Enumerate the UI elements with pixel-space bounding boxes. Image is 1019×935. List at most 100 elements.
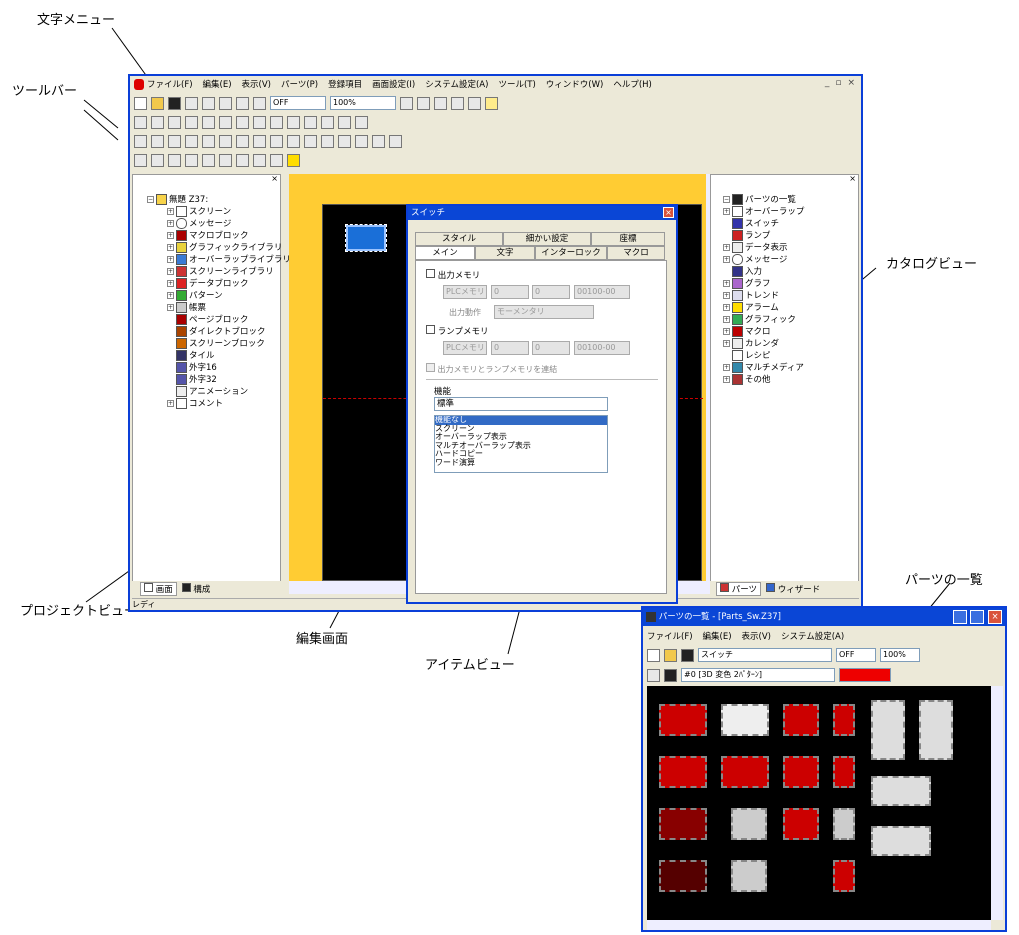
lamp-memory-checkbox[interactable]: ランプメモリ: [426, 325, 488, 337]
tree-item[interactable]: 外字32: [176, 373, 217, 385]
list-item[interactable]: ワード演算: [435, 458, 607, 468]
catalog-item[interactable]: + オーバーラップ: [723, 205, 804, 217]
switch-part-icon[interactable]: [151, 153, 164, 167]
align-center-icon[interactable]: [253, 134, 266, 148]
menu-edit[interactable]: 編集(E): [203, 78, 232, 90]
help-icon[interactable]: [485, 96, 498, 110]
parts-menu-file[interactable]: ファイル(F): [647, 630, 693, 642]
restore-button[interactable]: ▫: [835, 78, 841, 88]
menu-screen-settings[interactable]: 画面設定(I): [372, 78, 415, 90]
front-icon[interactable]: [202, 134, 215, 148]
parts-maximize-button[interactable]: [970, 610, 984, 624]
catalog-item[interactable]: − パーツの一覧: [723, 193, 796, 205]
bracket-tool-icon[interactable]: [236, 115, 249, 129]
zoom-select[interactable]: 100%: [330, 96, 396, 110]
tree-item[interactable]: + パターン: [167, 289, 223, 301]
catalog-item[interactable]: + その他: [723, 373, 771, 385]
slide-part[interactable]: [871, 826, 931, 856]
brush-icon[interactable]: [338, 134, 351, 148]
parts-vscrollbar[interactable]: [991, 686, 1003, 920]
catalog-item[interactable]: + マルチメディア: [723, 361, 804, 373]
switch-part[interactable]: [833, 808, 855, 840]
close-button[interactable]: ×: [847, 78, 855, 88]
station-number[interactable]: 0: [491, 285, 529, 299]
menu-view[interactable]: 表示(V): [242, 78, 271, 90]
parts-menu-system[interactable]: システム設定(A): [781, 630, 844, 642]
parts-zoom-select[interactable]: 100%: [880, 648, 920, 662]
print-icon[interactable]: [219, 96, 232, 110]
tab-structure[interactable]: 構成: [179, 583, 214, 595]
parts-off-select[interactable]: OFF: [836, 648, 876, 662]
minimize-button[interactable]: _: [825, 78, 830, 88]
switch-part[interactable]: [833, 756, 855, 788]
output-memory-checkbox[interactable]: 出力メモリ: [426, 269, 480, 281]
back-arrow-icon[interactable]: [434, 96, 447, 110]
tree-item[interactable]: + メッセージ: [167, 217, 231, 229]
switch-part[interactable]: [659, 808, 707, 840]
forward-arrow-icon[interactable]: [451, 96, 464, 110]
address-field[interactable]: 00100-00: [574, 285, 630, 299]
link-memory-checkbox[interactable]: 出力メモリとランプメモリを連結: [426, 363, 557, 375]
arrow-style-icon[interactable]: [321, 115, 334, 129]
line-width-icon[interactable]: [355, 115, 368, 129]
align-bottom-icon[interactable]: [304, 134, 317, 148]
switch-part[interactable]: [659, 756, 707, 788]
parts-color-select[interactable]: [839, 668, 891, 682]
slide-part[interactable]: [871, 776, 931, 806]
parts-back-icon[interactable]: [647, 668, 660, 682]
parts-open-icon[interactable]: [664, 648, 677, 662]
tree-item[interactable]: ダイレクトブロック: [176, 325, 266, 337]
select-icon[interactable]: [389, 134, 402, 148]
graph-part-icon[interactable]: [236, 153, 249, 167]
undo-icon[interactable]: [355, 134, 368, 148]
numeric-part-icon[interactable]: [185, 153, 198, 167]
menu-file[interactable]: ファイル(F): [147, 78, 193, 90]
switch-part[interactable]: [721, 756, 769, 788]
switch-part[interactable]: [783, 756, 819, 788]
tree-item[interactable]: + スクリーンライブラリ: [167, 265, 274, 277]
tab-coordinates[interactable]: 座標: [591, 232, 665, 246]
selected-switch-part[interactable]: [345, 224, 387, 252]
tab-screen[interactable]: 画面: [140, 582, 177, 596]
parts-hscrollbar[interactable]: [647, 920, 991, 930]
tree-item[interactable]: スクリーンブロック: [176, 337, 265, 349]
lamp-plc-memory-select[interactable]: PLCメモリ: [443, 341, 487, 355]
switch-part[interactable]: [659, 860, 707, 892]
group-icon[interactable]: [185, 134, 198, 148]
new-icon[interactable]: [134, 96, 147, 110]
lamp-address-field[interactable]: 00100-00: [574, 341, 630, 355]
catalog-item[interactable]: + データ表示: [723, 241, 788, 253]
catalog-item[interactable]: + マクロ: [723, 325, 771, 337]
catalog-item[interactable]: + トレンド: [723, 289, 779, 301]
menu-parts[interactable]: パーツ(P): [281, 78, 318, 90]
menu-help[interactable]: ヘルプ(H): [613, 78, 652, 90]
parts-forward-icon[interactable]: [664, 668, 677, 682]
tab-style[interactable]: スタイル: [415, 232, 503, 246]
toggle-part[interactable]: [919, 700, 953, 760]
switch-part[interactable]: [659, 704, 707, 736]
catalog-view-close-icon[interactable]: ×: [849, 174, 856, 183]
alarm-part-icon[interactable]: [287, 153, 300, 167]
input-part-icon[interactable]: [270, 153, 283, 167]
tree-item[interactable]: + オーバーラップライブラリ: [167, 253, 291, 265]
parts-minimize-button[interactable]: [953, 610, 967, 624]
open-icon[interactable]: [151, 96, 164, 110]
lamp-port-number[interactable]: 0: [532, 341, 570, 355]
zoom-icon[interactable]: [236, 96, 249, 110]
catalog-item[interactable]: + カレンダ: [723, 337, 779, 349]
function-select[interactable]: 標準: [434, 397, 608, 411]
toggle-part[interactable]: [871, 700, 905, 760]
align-top-icon[interactable]: [287, 134, 300, 148]
transfer-icon[interactable]: [185, 96, 198, 110]
parts-type-select[interactable]: スイッチ: [698, 648, 832, 662]
tree-item[interactable]: 外字16: [176, 361, 217, 373]
dialog-close-button[interactable]: ×: [663, 207, 674, 218]
align-left-icon[interactable]: [236, 134, 249, 148]
parts-menu-view[interactable]: 表示(V): [742, 630, 771, 642]
catalog-item[interactable]: スイッチ: [732, 217, 779, 229]
switch-part[interactable]: [731, 860, 767, 892]
paste-icon[interactable]: [168, 134, 181, 148]
fill-tool-icon[interactable]: [219, 115, 232, 129]
tab-wizard[interactable]: ウィザード: [763, 583, 823, 595]
align-right-icon[interactable]: [270, 134, 283, 148]
